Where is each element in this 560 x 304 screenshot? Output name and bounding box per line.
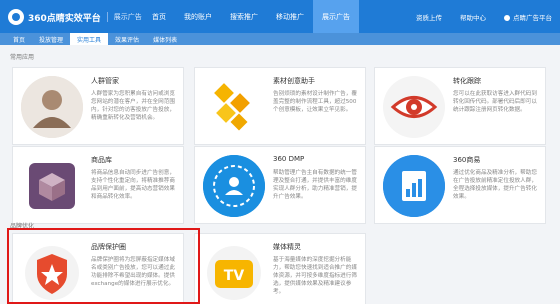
card-product-library[interactable]: 商品库 将商品信息自动同步进广告创意，支持个性化重定向，将精准推荐商品到用户面前… xyxy=(12,146,184,224)
logo-icon xyxy=(8,9,24,25)
nav-item-account[interactable]: 我的账户 xyxy=(175,0,221,33)
subnav-campaign-management[interactable]: 投放管理 xyxy=(32,33,70,45)
card-description: 您可以在此获取访客进入群代码到转化回传代码。部署代码后即可以统计跟踪注册网页转化… xyxy=(453,91,537,113)
card-description: 通过优化商品及精准分析，帮助您在广告投放前精准定位投放人群，全程选择投放媒体，提… xyxy=(453,170,537,200)
sub-navigation-bar: 首页 投放管理 实用工具 效果评估 媒体列表 xyxy=(0,33,560,45)
card-description: 人群管家为您积累自有访问或浏览您网站的潜在客户，并在全网范围内，针对您的访客投放… xyxy=(91,91,175,121)
user-icon xyxy=(504,14,510,21)
card-description: 将商品信息自动同步进广告创意，支持个性化重定向，将精准推荐商品到用户面前，提高动… xyxy=(91,170,175,200)
people-cloud-icon xyxy=(203,155,265,217)
header-right-links: 资质上传 帮助中心 点睛广告平台 xyxy=(398,0,552,33)
card-360-shangyi[interactable]: 360商易 通过优化商品及精准分析，帮助您在广告投放前精准定位投放人群，全程选择… xyxy=(374,146,546,224)
puzzle-icon xyxy=(203,76,265,138)
subnav-media-list[interactable]: 媒体列表 xyxy=(146,33,184,45)
card-title: 素材创意助手 xyxy=(273,77,315,85)
card-title: 商品库 xyxy=(91,156,112,164)
card-title: 媒体精灵 xyxy=(273,243,301,251)
card-title: 人群管家 xyxy=(91,77,119,85)
box-icon xyxy=(21,155,83,217)
nav-item-search-promo[interactable]: 搜索推广 xyxy=(221,0,267,33)
card-360-dmp[interactable]: 360 DMP 帮助管理广告主自有数据的统一管理及整合打通，并提供丰富的维度实现… xyxy=(194,146,366,224)
card-title: 360 DMP xyxy=(273,155,305,163)
main-nav: 首页 我的账户 搜索推广 移动推广 展示广告 xyxy=(143,0,359,33)
help-center-link[interactable]: 帮助中心 xyxy=(460,12,486,22)
section-title-common-apps: 常用应用 xyxy=(10,54,35,61)
card-conversion-tracking[interactable]: 转化跟踪 您可以在此获取访客进入群代码到转化回传代码。部署代码后即可以统计跟踪注… xyxy=(374,67,546,145)
user-menu[interactable]: 点睛广告平台 xyxy=(504,12,552,22)
card-title: 360商易 xyxy=(453,156,481,164)
subnav-performance[interactable]: 效果评估 xyxy=(108,33,146,45)
top-navigation-bar: 360点睛实效平台 展示广告 首页 我的账户 搜索推广 移动推广 展示广告 资质… xyxy=(0,0,560,33)
card-audience-manager[interactable]: 人群管家 人群管家为您积累自有访问或浏览您网站的潜在客户，并在全网范围内，针对您… xyxy=(12,67,184,145)
tv-icon: TV xyxy=(203,242,265,304)
user-name: 点睛广告平台 xyxy=(513,13,552,22)
person-avatar-icon xyxy=(21,76,83,138)
subnav-tools[interactable]: 实用工具 xyxy=(70,33,109,45)
logo-subtitle: 展示广告 xyxy=(106,12,142,22)
card-title: 转化跟踪 xyxy=(453,77,481,85)
card-description: 帮助管理广告主自有数据的统一管理及整合打通，并提供丰富的维度实现人群分析，助力精… xyxy=(273,170,357,200)
platform-logo[interactable]: 360点睛实效平台 展示广告 xyxy=(8,9,142,25)
card-creative-assistant[interactable]: 素材创意助手 告别烦琐的素材设计制作广告，覆盖完整的制作流程工具，超过500个创… xyxy=(194,67,366,145)
svg-text:TV: TV xyxy=(224,268,245,284)
card-description: 告别烦琐的素材设计制作广告，覆盖完整的制作流程工具，超过500个创意模板，让效果… xyxy=(273,91,357,113)
card-description: 基于海量媒体的深度挖掘分析能力，帮助您快速找到适合推广的媒体资源，并可按多维度指… xyxy=(273,257,357,295)
highlight-box xyxy=(7,228,200,304)
upload-credentials-link[interactable]: 资质上传 xyxy=(416,12,442,22)
nav-item-mobile-promo[interactable]: 移动推广 xyxy=(267,0,313,33)
card-media-genie[interactable]: TV 媒体精灵 基于海量媒体的深度挖掘分析能力，帮助您快速找到适合推广的媒体资源… xyxy=(194,233,366,304)
subnav-home[interactable]: 首页 xyxy=(6,33,32,45)
logo-text: 360点睛实效平台 xyxy=(28,13,101,24)
nav-item-display-ads[interactable]: 展示广告 xyxy=(313,0,359,33)
chart-doc-icon xyxy=(383,155,445,217)
nav-item-home[interactable]: 首页 xyxy=(143,0,175,33)
eye-icon xyxy=(383,76,445,138)
